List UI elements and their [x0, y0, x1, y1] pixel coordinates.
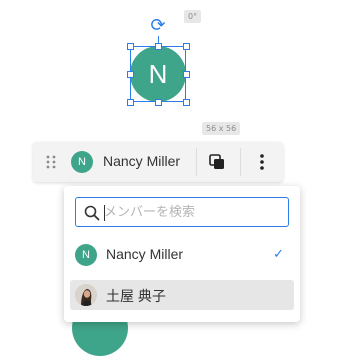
resize-handle-left[interactable] — [127, 71, 134, 78]
canvas-avatar[interactable]: N — [130, 46, 186, 102]
resize-handle-bottom-left[interactable] — [127, 99, 134, 106]
member-toolbar: N Nancy Miller — [33, 142, 283, 182]
resize-handle-top[interactable] — [155, 43, 162, 50]
rotate-handle-icon[interactable]: ⟳ — [148, 16, 168, 36]
copy-icon[interactable] — [203, 148, 231, 176]
drag-handle-icon[interactable] — [45, 155, 57, 169]
member-option-nancy-miller[interactable]: N Nancy Miller ✓ — [70, 240, 294, 270]
member-option-label: Nancy Miller — [106, 246, 184, 262]
toolbar-divider — [240, 148, 241, 176]
member-search-box[interactable] — [75, 197, 289, 227]
member-option-avatar: N — [75, 244, 97, 266]
resize-handle-bottom[interactable] — [155, 99, 162, 106]
member-search-input[interactable] — [104, 202, 284, 222]
resize-handle-top-right[interactable] — [183, 43, 190, 50]
resize-handle-right[interactable] — [183, 71, 190, 78]
member-option-tsuchiya-noriko[interactable]: 土屋 典子 — [70, 280, 294, 310]
toolbar-member-name[interactable]: Nancy Miller — [103, 153, 180, 169]
more-vertical-icon[interactable] — [248, 148, 276, 176]
rotation-tag: 0° — [184, 10, 202, 23]
member-option-label: 土屋 典子 — [106, 288, 166, 304]
resize-handle-top-left[interactable] — [127, 43, 134, 50]
check-icon: ✓ — [273, 247, 284, 262]
text-caret — [104, 205, 105, 221]
member-photo-avatar — [75, 284, 97, 306]
toolbar-member-avatar[interactable]: N — [71, 151, 93, 173]
resize-handle-bottom-right[interactable] — [183, 99, 190, 106]
toolbar-divider — [196, 148, 197, 176]
size-tag: 56 x 56 — [202, 122, 241, 135]
member-dropdown: N Nancy Miller ✓ 土屋 典子 — [64, 186, 300, 322]
search-icon — [84, 205, 100, 221]
